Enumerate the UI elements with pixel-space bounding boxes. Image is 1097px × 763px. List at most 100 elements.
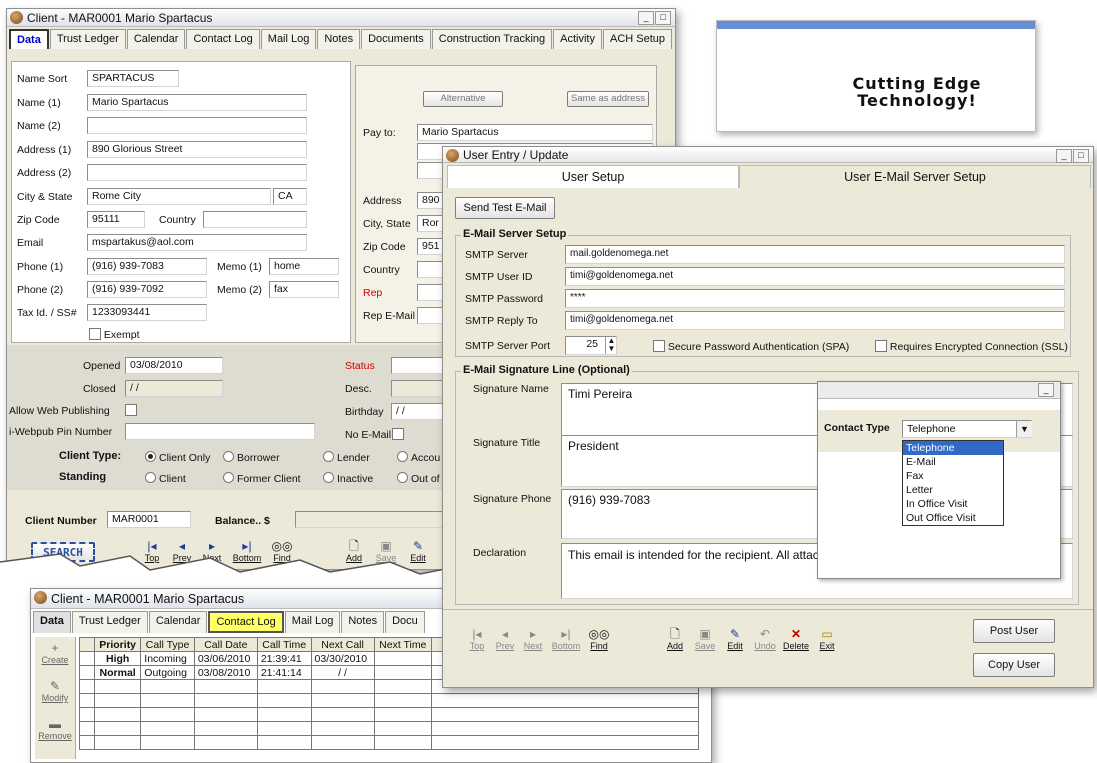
- tab-calendar[interactable]: Calendar: [148, 611, 208, 633]
- tab-construction-tracking[interactable]: Construction Tracking: [431, 29, 553, 49]
- minimize-icon[interactable]: _: [1038, 383, 1054, 397]
- contact-type-select[interactable]: Telephone: [902, 420, 1032, 438]
- minimize-icon[interactable]: _: [1056, 149, 1072, 163]
- post-user-button[interactable]: Post User: [973, 619, 1055, 643]
- name-sort-field[interactable]: SPARTACUS: [87, 70, 179, 87]
- country-field[interactable]: [203, 211, 307, 228]
- create-button[interactable]: + Create: [37, 641, 73, 666]
- zip-field[interactable]: 95111: [87, 211, 145, 228]
- undo-button[interactable]: ↶ Undo: [753, 627, 777, 652]
- name2-field[interactable]: [87, 117, 307, 134]
- spin-down-icon[interactable]: ▼: [608, 344, 616, 353]
- add-button[interactable]: 🗋 Add: [663, 627, 687, 652]
- maximize-icon[interactable]: □: [655, 11, 671, 25]
- tab-contact-log[interactable]: Contact Log: [186, 29, 260, 49]
- chevron-down-icon[interactable]: ▼: [1016, 421, 1032, 437]
- email-field[interactable]: mspartakus@aol.com: [87, 234, 307, 251]
- col-call-date[interactable]: Call Date: [193, 637, 258, 652]
- standing-inactive[interactable]: Inactive: [323, 472, 373, 485]
- address2-field[interactable]: [87, 164, 307, 181]
- tab-data[interactable]: Data: [33, 611, 71, 633]
- col-next-call[interactable]: Next Call: [310, 637, 375, 652]
- col-call-time[interactable]: Call Time: [256, 637, 312, 652]
- client-type-lender[interactable]: Lender: [323, 451, 370, 464]
- option-email[interactable]: E-Mail: [903, 455, 1003, 469]
- find-button[interactable]: ◎◎ Find: [587, 627, 611, 652]
- minimize-icon[interactable]: _: [638, 11, 654, 25]
- modify-button[interactable]: ✎ Modify: [37, 679, 73, 704]
- option-letter[interactable]: Letter: [903, 483, 1003, 497]
- edit-button[interactable]: ✎ Edit: [723, 627, 747, 652]
- status-field[interactable]: [391, 357, 447, 374]
- tab-email-server-setup[interactable]: User E-Mail Server Setup: [739, 165, 1091, 188]
- standing-former-client[interactable]: Former Client: [223, 472, 301, 485]
- delete-button[interactable]: ✕ Delete: [781, 627, 811, 652]
- standing-client[interactable]: Client: [145, 472, 186, 485]
- tab-activity[interactable]: Activity: [553, 29, 602, 49]
- option-fax[interactable]: Fax: [903, 469, 1003, 483]
- client-type-borrower[interactable]: Borrower: [223, 451, 280, 464]
- option-telephone[interactable]: Telephone: [903, 441, 1003, 455]
- nav-prev-button[interactable]: ◂ Prev: [493, 627, 517, 652]
- closed-field[interactable]: / /: [125, 380, 223, 397]
- smtp-server-field[interactable]: mail.goldenomega.net: [565, 245, 1065, 264]
- alternative-button[interactable]: Alternative: [423, 91, 503, 107]
- option-in-office-visit[interactable]: In Office Visit: [903, 497, 1003, 511]
- col-next-time[interactable]: Next Time: [373, 637, 433, 652]
- webpub-pin-field[interactable]: [125, 423, 315, 440]
- tab-notes[interactable]: Notes: [341, 611, 385, 633]
- exempt-checkbox-row[interactable]: Exempt: [89, 328, 140, 341]
- name1-field[interactable]: Mario Spartacus: [87, 94, 307, 111]
- state-field[interactable]: CA: [273, 188, 307, 205]
- web-publishing-checkbox[interactable]: [125, 404, 137, 416]
- tab-mail-log[interactable]: Mail Log: [260, 29, 317, 49]
- nav-bottom-button[interactable]: ▸| Bottom: [549, 627, 583, 652]
- maximize-icon[interactable]: □: [1073, 149, 1089, 163]
- no-email-checkbox[interactable]: [392, 428, 404, 440]
- spa-option[interactable]: Secure Password Authentication (SPA): [653, 340, 849, 353]
- smtp-password-field[interactable]: ****: [565, 289, 1065, 308]
- memo2-field[interactable]: fax: [269, 281, 339, 298]
- tab-documents[interactable]: Docu: [385, 611, 425, 633]
- client-number-field[interactable]: MAR0001: [107, 511, 191, 528]
- tab-contact-log[interactable]: Contact Log: [208, 611, 284, 633]
- tab-trust-ledger[interactable]: Trust Ledger: [71, 611, 148, 633]
- tab-ach-setup[interactable]: ACH Setup: [602, 29, 673, 49]
- birthday-field[interactable]: / /: [391, 403, 447, 420]
- send-test-email-button[interactable]: Send Test E-Mail: [455, 197, 555, 219]
- phone1-field[interactable]: (916) 939-7083: [87, 258, 207, 275]
- client-type-client-only[interactable]: Client Only: [145, 451, 210, 464]
- standing-out-of[interactable]: Out of: [397, 472, 440, 485]
- col-call-type[interactable]: Call Type: [140, 637, 195, 652]
- port-spinner[interactable]: ▲ ▼: [605, 337, 617, 354]
- remove-button[interactable]: ▬ Remove: [37, 717, 73, 742]
- save-button[interactable]: ▣ Save: [693, 627, 717, 652]
- tab-notes[interactable]: Notes: [317, 29, 361, 49]
- smtp-user-id-field[interactable]: timi@goldenomega.net: [565, 267, 1065, 286]
- ssl-checkbox[interactable]: [875, 340, 887, 352]
- copy-user-button[interactable]: Copy User: [973, 653, 1055, 677]
- ssl-option[interactable]: Requires Encrypted Connection (SSL): [875, 340, 1068, 353]
- nav-next-button[interactable]: ▸ Next: [521, 627, 545, 652]
- same-as-address-button[interactable]: Same as address: [567, 91, 649, 107]
- tab-documents[interactable]: Documents: [361, 29, 431, 49]
- tab-trust-ledger[interactable]: Trust Ledger: [49, 29, 126, 49]
- phone2-field[interactable]: (916) 939-7092: [87, 281, 207, 298]
- col-priority[interactable]: Priority: [93, 637, 142, 652]
- tab-data[interactable]: Data: [9, 29, 49, 49]
- taxid-field[interactable]: 1233093441: [87, 304, 207, 321]
- option-out-office-visit[interactable]: Out Office Visit: [903, 511, 1003, 525]
- smtp-reply-to-field[interactable]: timi@goldenomega.net: [565, 311, 1065, 330]
- tab-calendar[interactable]: Calendar: [126, 29, 186, 49]
- client-type-accounting[interactable]: Accou: [397, 451, 440, 464]
- spa-checkbox[interactable]: [653, 340, 665, 352]
- nav-top-button[interactable]: |◂ Top: [465, 627, 489, 652]
- address1-field[interactable]: 890 Glorious Street: [87, 141, 307, 158]
- row-selector[interactable]: [79, 651, 95, 666]
- city-field[interactable]: Rome City: [87, 188, 271, 205]
- desc-field[interactable]: [391, 380, 447, 397]
- tab-user-setup[interactable]: User Setup: [447, 165, 739, 188]
- opened-field[interactable]: 03/08/2010: [125, 357, 223, 374]
- memo1-field[interactable]: home: [269, 258, 339, 275]
- tab-mail-log[interactable]: Mail Log: [284, 611, 341, 633]
